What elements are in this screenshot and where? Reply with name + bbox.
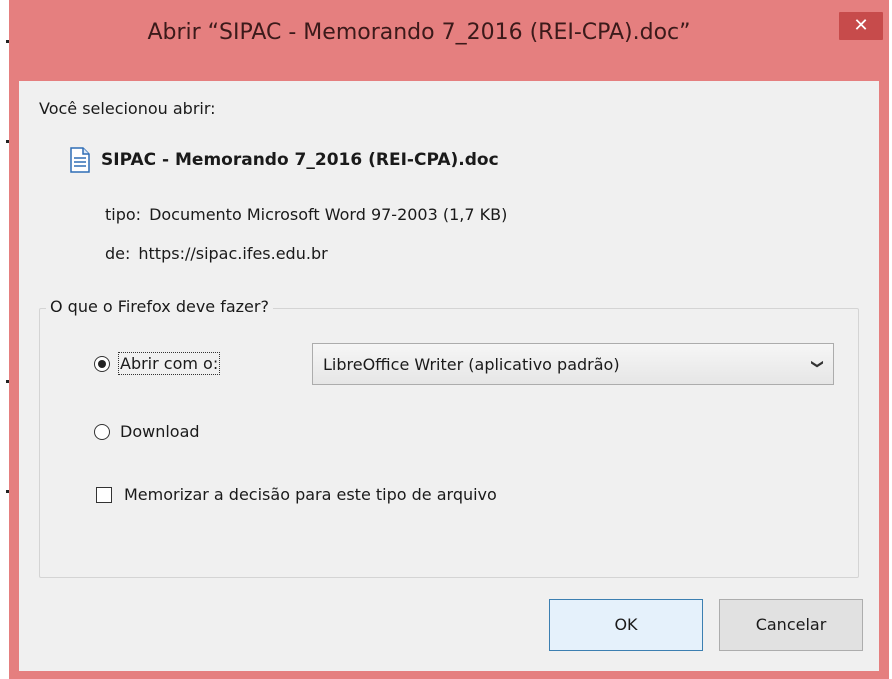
open-with-option[interactable]: Abrir com o: [94,352,221,375]
window-title: Abrir “SIPAC - Memorando 7_2016 (REI-CPA… [147,20,691,45]
download-label[interactable]: Download [120,422,200,441]
title-bar[interactable]: Abrir “SIPAC - Memorando 7_2016 (REI-CPA… [9,0,889,80]
intro-text: Você selecionou abrir: [39,99,216,118]
file-name: SIPAC - Memorando 7_2016 (REI-CPA).doc [101,150,499,170]
file-type-label: tipo: [105,205,142,224]
cancel-button[interactable]: Cancelar [719,599,863,651]
close-icon: ✕ [853,15,869,36]
application-select-value: LibreOffice Writer (aplicativo padrão) [323,354,620,374]
file-source-value: https://sipac.ifes.edu.br [138,244,328,263]
remember-label[interactable]: Memorizar a decisão para este tipo de ar… [124,485,497,504]
chevron-down-icon: ❯ [811,358,825,370]
file-row: SIPAC - Memorando 7_2016 (REI-CPA).doc [69,145,499,175]
download-dialog: Abrir “SIPAC - Memorando 7_2016 (REI-CPA… [9,0,889,679]
ok-button[interactable]: OK [549,599,703,651]
download-option[interactable]: Download [94,422,200,441]
download-radio[interactable] [94,423,110,440]
file-type-row: tipo: Documento Microsoft Word 97-2003 (1… [105,205,507,224]
remember-option[interactable]: Memorizar a decisão para este tipo de ar… [96,485,497,504]
document-icon [70,147,90,173]
remember-checkbox[interactable] [96,486,112,503]
file-source-row: de: https://sipac.ifes.edu.br [105,244,328,263]
open-with-radio[interactable] [94,355,110,372]
action-group: O que o Firefox deve fazer? Abrir com o:… [39,297,859,578]
background-edge [0,0,9,679]
dialog-content: Você selecionou abrir: SIPAC - Memorando… [19,81,879,671]
close-button[interactable]: ✕ [839,12,883,40]
open-with-label[interactable]: Abrir com o: [117,352,221,375]
application-select[interactable]: LibreOffice Writer (aplicativo padrão) ❯ [312,343,834,385]
file-type-value: Documento Microsoft Word 97-2003 (1,7 KB… [149,205,508,224]
file-source-label: de: [105,244,131,263]
action-group-legend: O que o Firefox deve fazer? [46,297,273,316]
